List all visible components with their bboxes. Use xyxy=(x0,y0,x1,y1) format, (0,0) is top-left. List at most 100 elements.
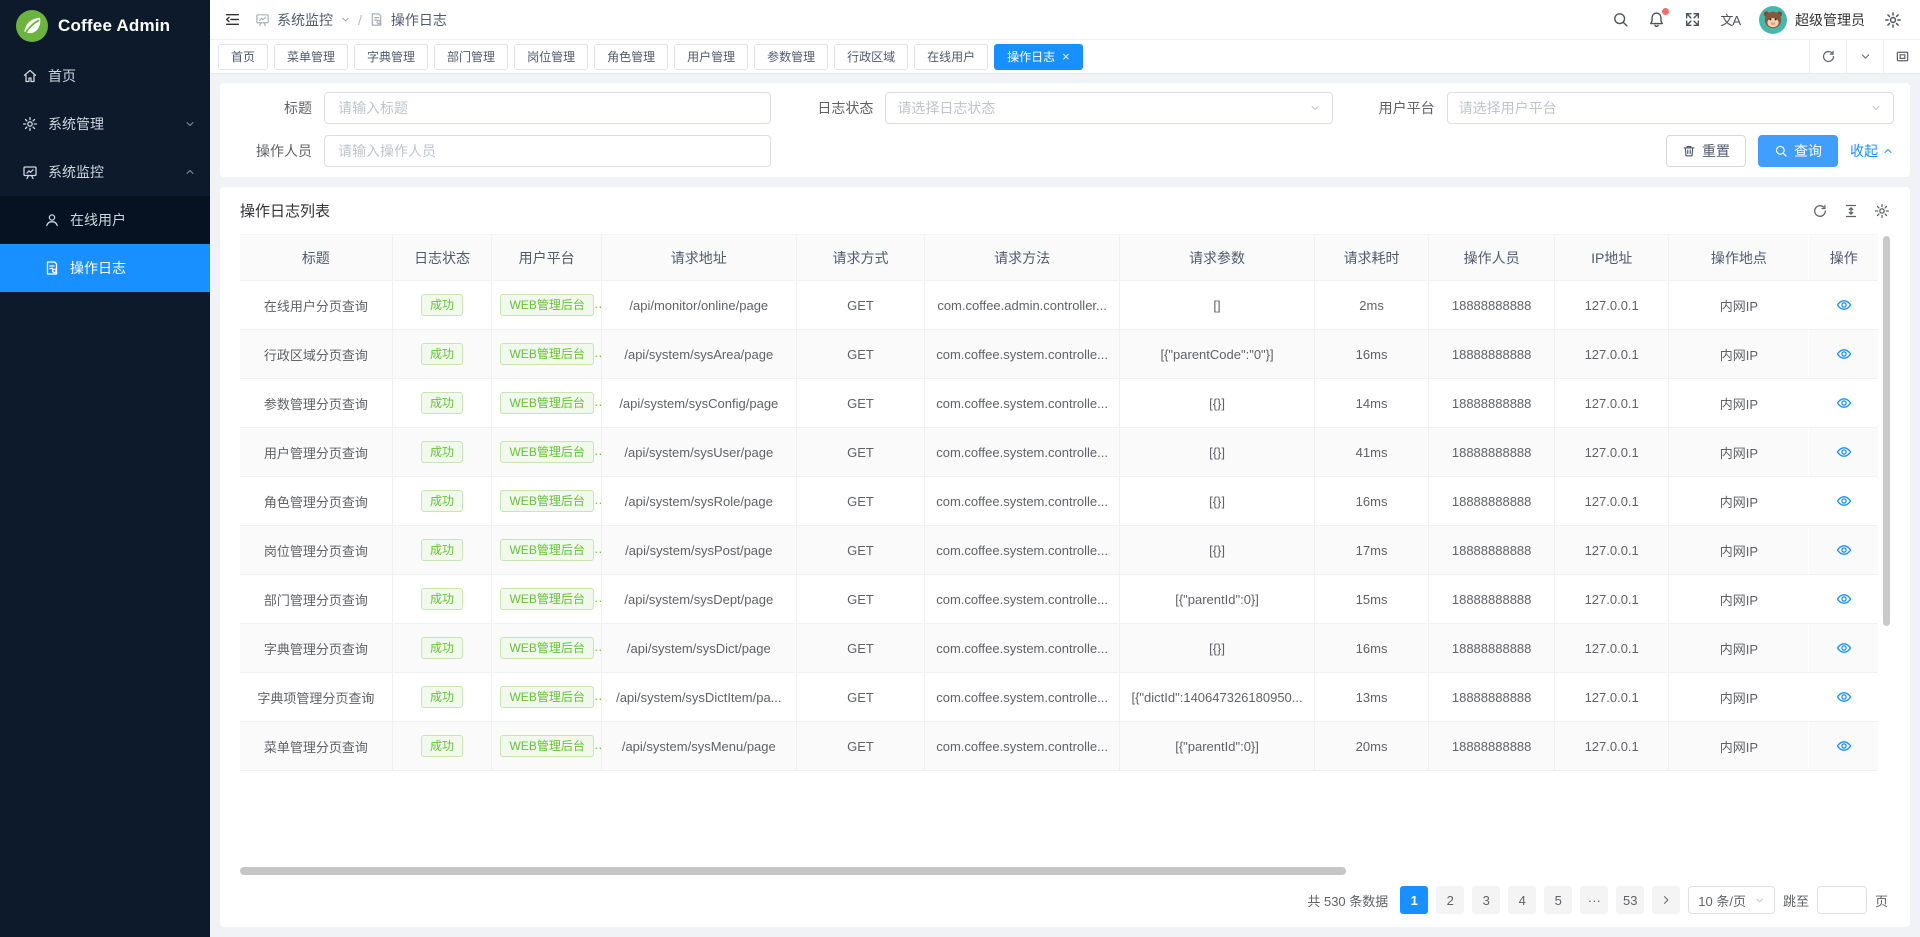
user-icon xyxy=(44,212,60,228)
title-input-field[interactable] xyxy=(336,99,759,117)
page-button-53[interactable]: 53 xyxy=(1616,886,1644,914)
cell-url: /api/system/sysUser/page xyxy=(601,428,796,477)
sidebar-item-home[interactable]: 首页 xyxy=(0,52,210,100)
user-menu[interactable]: 超级管理员 xyxy=(1759,6,1865,34)
tab-dict-manage[interactable]: 字典管理 xyxy=(354,44,428,70)
operator-input-field[interactable] xyxy=(336,142,759,160)
view-detail-eye-icon[interactable] xyxy=(1836,738,1852,754)
page-button-5[interactable]: 5 xyxy=(1544,886,1572,914)
page-button-3[interactable]: 3 xyxy=(1472,886,1500,914)
operator-label: 操作人员 xyxy=(236,141,324,161)
operator-input[interactable] xyxy=(324,135,771,167)
tab-online-users[interactable]: 在线用户 xyxy=(914,44,988,70)
sidebar-item-online-users[interactable]: 在线用户 xyxy=(0,196,210,244)
platform-badge: WEB管理后台 xyxy=(500,539,593,561)
breadcrumb-section[interactable]: 系统监控 xyxy=(277,10,333,30)
cell-platform: WEB管理后台 xyxy=(492,330,601,379)
cell-method: com.coffee.system.controlle... xyxy=(925,722,1120,771)
notification-bell-icon[interactable] xyxy=(1648,11,1665,28)
tab-label: 用户管理 xyxy=(687,48,735,65)
sidebar-item-label: 首页 xyxy=(48,66,196,86)
cell-method: com.coffee.system.controlle... xyxy=(925,526,1120,575)
sidebar-item-operation-log[interactable]: 操作日志 xyxy=(0,244,210,292)
sidebar-item-system-monitor[interactable]: 系统监控 xyxy=(0,148,210,196)
cell-url: /api/system/sysDict/page xyxy=(601,624,796,673)
row-density-icon[interactable] xyxy=(1843,203,1859,219)
sidebar-item-system-manage[interactable]: 系统管理 xyxy=(0,100,210,148)
cell-operator: 18888888888 xyxy=(1429,281,1555,330)
column-settings-gear-icon[interactable] xyxy=(1874,203,1890,219)
tab-home[interactable]: 首页 xyxy=(218,44,268,70)
page-ellipsis[interactable]: ··· xyxy=(1580,886,1608,914)
refresh-icon[interactable] xyxy=(1812,203,1828,219)
log-icon xyxy=(44,260,60,276)
view-detail-eye-icon[interactable] xyxy=(1836,689,1852,705)
tab-dept-manage[interactable]: 部门管理 xyxy=(434,44,508,70)
cell-url: /api/system/sysArea/page xyxy=(601,330,796,379)
tab-role-manage[interactable]: 角色管理 xyxy=(594,44,668,70)
cell-title: 用户管理分页查询 xyxy=(240,428,392,477)
tab-config-manage[interactable]: 参数管理 xyxy=(754,44,828,70)
pagination: 共 530 条数据 12345···53 10 条/页 跳至 页 xyxy=(240,881,1890,917)
cell-params: [{"dictId":140647326180950... xyxy=(1120,673,1315,722)
tab-label: 参数管理 xyxy=(767,48,815,65)
sidebar: Coffee Admin 首页系统管理系统监控在线用户操作日志 xyxy=(0,0,210,937)
view-detail-eye-icon[interactable] xyxy=(1836,640,1852,656)
tab-user-manage[interactable]: 用户管理 xyxy=(674,44,748,70)
view-detail-eye-icon[interactable] xyxy=(1836,444,1852,460)
refresh-icon[interactable] xyxy=(1809,40,1846,73)
tab-close-icon[interactable]: × xyxy=(1062,50,1070,63)
reset-button[interactable]: 重置 xyxy=(1666,135,1746,167)
view-detail-eye-icon[interactable] xyxy=(1836,346,1852,362)
maximize-icon[interactable] xyxy=(1883,40,1920,73)
tab-label: 行政区域 xyxy=(847,48,895,65)
page-size-select[interactable]: 10 条/页 xyxy=(1688,886,1775,914)
platform-badge: WEB管理后台 xyxy=(500,294,593,316)
title-input[interactable] xyxy=(324,92,771,124)
view-detail-eye-icon[interactable] xyxy=(1836,591,1852,607)
cell-ip: 127.0.0.1 xyxy=(1555,281,1669,330)
cell-ip: 127.0.0.1 xyxy=(1555,477,1669,526)
log-status-select[interactable]: 请选择日志状态 xyxy=(885,92,1332,124)
column-header: 操作人员 xyxy=(1429,235,1555,281)
filter-item-operator: 操作人员 xyxy=(236,135,771,167)
tab-operation-log[interactable]: 操作日志 × xyxy=(994,44,1083,70)
cell-title: 在线用户分页查询 xyxy=(240,281,392,330)
chevron-down-icon xyxy=(1870,102,1882,114)
sidebar-collapse-icon[interactable] xyxy=(224,11,241,28)
view-detail-eye-icon[interactable] xyxy=(1836,395,1852,411)
log-list-panel: 操作日志列表 标题日志状态用户平台请求地址请求方式请求方法请求参数 xyxy=(220,187,1910,927)
view-detail-eye-icon[interactable] xyxy=(1836,542,1852,558)
view-detail-eye-icon[interactable] xyxy=(1836,297,1852,313)
table-row: 用户管理分页查询 成功 WEB管理后台 /api/system/sysUser/… xyxy=(240,428,1878,477)
collapse-filter-link[interactable]: 收起 xyxy=(1850,141,1894,161)
next-page-button[interactable] xyxy=(1652,886,1680,914)
tab-menu-manage[interactable]: 菜单管理 xyxy=(274,44,348,70)
breadcrumb-separator: / xyxy=(358,12,362,28)
page-button-2[interactable]: 2 xyxy=(1436,886,1464,914)
search-icon[interactable] xyxy=(1612,11,1629,28)
cell-http-method: GET xyxy=(796,281,924,330)
tab-post-manage[interactable]: 岗位管理 xyxy=(514,44,588,70)
cell-method: com.coffee.system.controlle... xyxy=(925,379,1120,428)
cell-operator: 18888888888 xyxy=(1429,379,1555,428)
page-button-1[interactable]: 1 xyxy=(1400,886,1428,914)
cell-ip: 127.0.0.1 xyxy=(1555,428,1669,477)
tab-options-chevron-icon[interactable] xyxy=(1846,40,1883,73)
table-row: 字典管理分页查询 成功 WEB管理后台 /api/system/sysDict/… xyxy=(240,624,1878,673)
translate-icon[interactable]: 文A xyxy=(1720,10,1740,29)
search-button[interactable]: 查询 xyxy=(1758,135,1838,167)
tab-area-manage[interactable]: 行政区域 xyxy=(834,44,908,70)
tab-label: 操作日志 xyxy=(1007,48,1055,65)
view-detail-eye-icon[interactable] xyxy=(1836,493,1852,509)
fullscreen-icon[interactable] xyxy=(1684,11,1701,28)
settings-gear-icon[interactable] xyxy=(1884,11,1902,29)
vertical-scrollbar[interactable] xyxy=(1883,236,1890,626)
sidebar-item-label: 在线用户 xyxy=(70,210,196,230)
monitor-icon xyxy=(255,12,270,27)
jump-page-input[interactable] xyxy=(1817,886,1867,914)
cell-http-method: GET xyxy=(796,428,924,477)
page-button-4[interactable]: 4 xyxy=(1508,886,1536,914)
user-platform-select[interactable]: 请选择用户平台 xyxy=(1447,92,1894,124)
horizontal-scrollbar[interactable] xyxy=(240,867,1346,875)
